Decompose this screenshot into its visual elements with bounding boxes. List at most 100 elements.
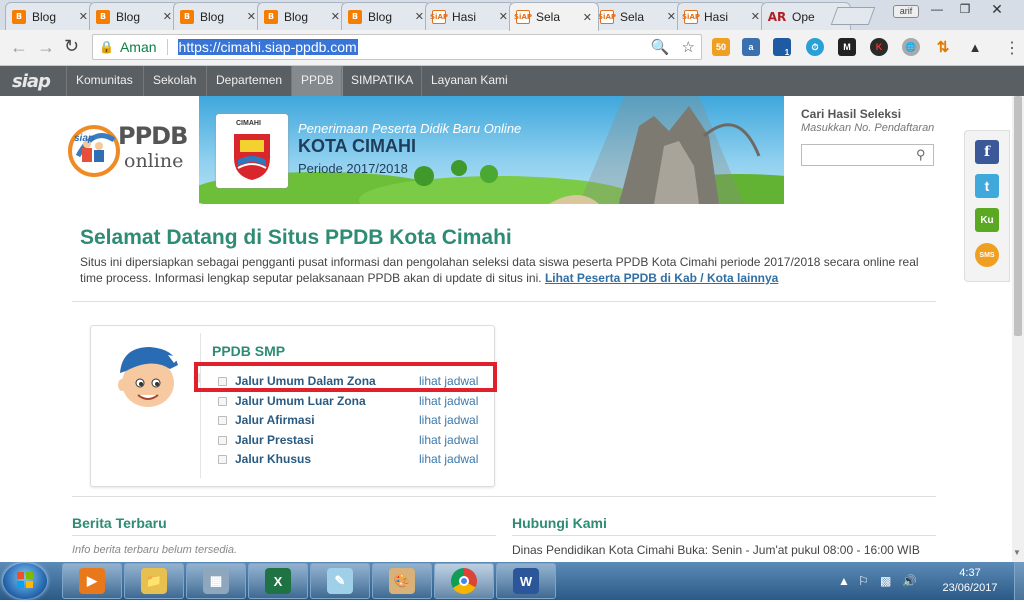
tab-title: Sela xyxy=(536,10,561,24)
reload-icon[interactable]: ↻ xyxy=(64,37,79,55)
card-divider xyxy=(200,333,201,478)
tab-close-icon[interactable]: ✕ xyxy=(163,10,172,23)
search-icon[interactable]: ⚲ xyxy=(916,147,926,163)
browser-tab[interactable]: B Blog ✕ xyxy=(257,2,347,30)
taskbar-notepad[interactable]: ✎ xyxy=(310,563,370,599)
user-profile-badge[interactable]: arif xyxy=(893,5,919,18)
bookmark-star-icon[interactable]: ☆ xyxy=(682,38,695,56)
taskbar-excel[interactable]: X xyxy=(248,563,308,599)
siap-icon: SiAP xyxy=(682,9,700,24)
ar-icon: AR xyxy=(767,9,787,24)
action-center-icon[interactable]: ⚐ xyxy=(858,574,869,588)
browser-tab[interactable]: B Blog ✕ xyxy=(89,2,179,30)
taskbar-media-player[interactable]: ▶ xyxy=(62,563,122,599)
volume-icon[interactable]: 🔊 xyxy=(902,574,917,588)
browser-tab[interactable]: B Blog ✕ xyxy=(5,2,95,30)
address-bar[interactable]: 🔒 Aman https://cimahi.siap-ppdb.com 🔍 ☆ xyxy=(92,34,702,60)
browser-tab[interactable]: B Blog ✕ xyxy=(341,2,431,30)
blogger-icon: B xyxy=(12,9,26,24)
schedule-link[interactable]: lihat jadwal xyxy=(419,452,478,466)
url-text[interactable]: https://cimahi.siap-ppdb.com xyxy=(177,39,358,55)
schedule-link[interactable]: lihat jadwal xyxy=(419,413,478,427)
menu-icon[interactable]: ⋮ xyxy=(1004,38,1020,58)
browser-tab[interactable]: SiAP Sela ✕ xyxy=(509,2,599,31)
tray-expand-icon[interactable]: ▲ xyxy=(838,574,850,588)
welcome-body-text: Situs ini dipersiapkan sebagai pengganti… xyxy=(80,255,919,285)
kakaotalk-icon[interactable]: Ku xyxy=(975,208,999,232)
highlight-box xyxy=(194,362,497,392)
nav-item-departemen[interactable]: Departemen xyxy=(206,66,291,96)
row-checkbox[interactable] xyxy=(218,416,227,425)
sms-icon[interactable]: SMS xyxy=(975,243,999,267)
tab-close-icon[interactable]: ✕ xyxy=(583,11,592,24)
tab-close-icon[interactable]: ✕ xyxy=(247,10,256,23)
jalur-link[interactable]: Jalur Umum Luar Zona xyxy=(235,394,366,408)
tab-close-icon[interactable]: ✕ xyxy=(499,10,508,23)
start-button[interactable] xyxy=(3,563,47,599)
forward-icon[interactable]: → xyxy=(37,38,55,56)
close-window-icon[interactable]: ✕ xyxy=(984,2,1010,18)
tab-close-icon[interactable]: ✕ xyxy=(751,10,760,23)
tab-title: Blog xyxy=(284,9,309,24)
nav-item-komunitas[interactable]: Komunitas xyxy=(66,66,142,96)
notepad-icon: ✎ xyxy=(327,568,353,594)
taskbar-clock[interactable]: 4:37 23/06/2017 xyxy=(930,566,1010,596)
k-extension-icon[interactable]: K xyxy=(870,38,888,56)
blogger-icon: B xyxy=(264,9,278,24)
file-explorer-icon: 📁 xyxy=(141,568,167,594)
calculator-icon: ▦ xyxy=(203,568,229,594)
zoom-icon[interactable]: 🔍 xyxy=(651,38,670,56)
extension-icon-1[interactable]: 50 xyxy=(712,38,730,56)
nav-item-simpatika[interactable]: SIMPATIKA xyxy=(341,66,422,96)
timer-extension-icon[interactable]: ⏱ xyxy=(806,38,824,56)
tab-close-icon[interactable]: ✕ xyxy=(415,10,424,23)
banner-tagline: Penerimaan Peserta Didik Baru Online xyxy=(298,121,522,136)
nav-item-sekolah[interactable]: Sekolah xyxy=(143,66,205,96)
scroll-down-icon[interactable]: ▼ xyxy=(1013,548,1021,557)
restore-icon[interactable]: ❐ xyxy=(952,2,978,18)
taskbar-file-explorer[interactable]: 📁 xyxy=(124,563,184,599)
nav-item-layanan-kami[interactable]: Layanan Kami xyxy=(421,66,517,96)
pcloud-extension-icon[interactable]: ▲ xyxy=(966,38,984,56)
registration-number-input[interactable] xyxy=(801,144,934,166)
cimahi-crest: CIMAHI xyxy=(216,114,288,188)
tab-close-icon[interactable]: ✕ xyxy=(667,10,676,23)
mail-extension-icon[interactable]: M xyxy=(838,38,856,56)
taskbar-word[interactable]: W xyxy=(496,563,556,599)
row-checkbox[interactable] xyxy=(218,397,227,406)
tab-close-icon[interactable]: ✕ xyxy=(79,10,88,23)
minimize-icon[interactable]: — xyxy=(924,2,950,18)
new-tab-button[interactable] xyxy=(830,7,876,25)
nav-item-ppdb[interactable]: PPDB xyxy=(291,66,343,96)
logo-siap-badge: siap xyxy=(74,133,95,144)
schedule-link[interactable]: lihat jadwal xyxy=(419,394,478,408)
taskbar-calculator[interactable]: ▦ xyxy=(186,563,246,599)
facebook-icon[interactable]: f xyxy=(975,140,999,164)
twitter-icon[interactable]: t xyxy=(975,174,999,198)
taskbar-chrome[interactable] xyxy=(434,563,494,599)
browser-tab[interactable]: B Blog ✕ xyxy=(173,2,263,30)
extension-icon-2[interactable]: a xyxy=(742,38,760,56)
schedule-link[interactable]: lihat jadwal xyxy=(419,433,478,447)
browser-tab[interactable]: SiAP Hasi ✕ xyxy=(425,2,515,30)
taskbar-paint[interactable]: 🎨 xyxy=(372,563,432,599)
back-icon[interactable]: ← xyxy=(10,38,28,56)
row-checkbox[interactable] xyxy=(218,436,227,445)
show-desktop-button[interactable] xyxy=(1014,562,1024,600)
network-icon[interactable]: ▩ xyxy=(880,574,891,588)
jalur-link[interactable]: Jalur Afirmasi xyxy=(235,413,315,427)
scrollbar-thumb[interactable] xyxy=(1014,96,1022,336)
other-regions-link[interactable]: Lihat Peserta PPDB di Kab / Kota lainnya xyxy=(545,271,778,285)
divider xyxy=(72,496,936,497)
extension-icon-3[interactable]: 1 xyxy=(773,38,791,57)
tab-close-icon[interactable]: ✕ xyxy=(331,10,340,23)
jalur-link[interactable]: Jalur Khusus xyxy=(235,452,311,466)
row-checkbox[interactable] xyxy=(218,455,227,464)
browser-tab[interactable]: SiAP Sela ✕ xyxy=(593,2,683,30)
siap-logo[interactable]: siap xyxy=(12,71,51,92)
search-title: Cari Hasil Seleksi xyxy=(801,107,902,121)
jalur-link[interactable]: Jalur Prestasi xyxy=(235,433,314,447)
globe-extension-icon[interactable]: 🌐 xyxy=(902,38,920,56)
browser-tab[interactable]: SiAP Hasi ✕ xyxy=(677,2,767,30)
arrow-extension-icon[interactable]: ⇅ xyxy=(934,38,952,56)
